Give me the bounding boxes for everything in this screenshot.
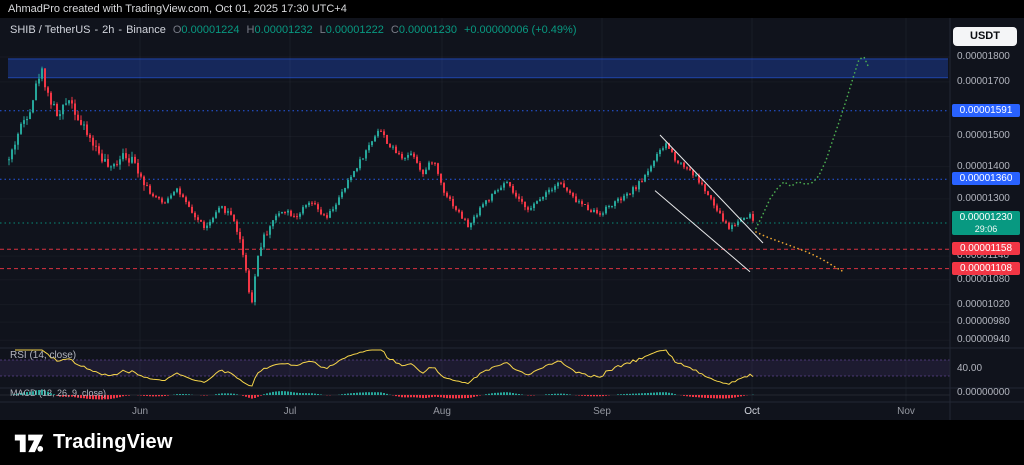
channel-trendline-1[interactable] [660, 135, 763, 243]
close-label: C [391, 24, 399, 36]
tradingview-logo[interactable]: TradingView [14, 430, 173, 456]
rsi-axis-label: 40.00 [957, 363, 982, 375]
price-axis-label: 0.00001020 [957, 299, 1010, 311]
change-value: +0.00000006 (+0.49%) [464, 24, 577, 36]
attribution-bar: AhmadPro created with TradingView.com, O… [0, 0, 1024, 18]
macd-axis-label: 0.00000000 [957, 387, 1010, 399]
time-axis-label-Sep: Sep [593, 406, 611, 417]
time-axis-label-Jul: Jul [284, 406, 297, 417]
rsi-indicator-label[interactable]: RSI (14, close) [10, 350, 76, 361]
open-value: 0.00001224 [181, 24, 239, 36]
legend-separator: - [118, 24, 122, 36]
channel-trendline-2[interactable] [655, 191, 750, 272]
price-axis-label: 0.00001800 [957, 51, 1010, 63]
high-value: 0.00001232 [255, 24, 313, 36]
interval-label: 2h [102, 24, 114, 36]
price-axis-label: 0.00000940 [957, 334, 1010, 346]
low-value: 0.00001222 [326, 24, 384, 36]
symbol-legend[interactable]: SHIB / TetherUS-2h-BinanceO0.00001224H0.… [10, 24, 577, 36]
price-axis[interactable]: 0.000018000.000017000.000015000.00001400… [950, 0, 1024, 420]
resistance-zone[interactable] [8, 59, 948, 78]
currency-toggle-button[interactable]: USDT [953, 27, 1017, 46]
rsi-band [0, 360, 950, 376]
price-axis-label: 0.00001700 [957, 76, 1010, 88]
time-axis[interactable]: Jun Jul Aug Sep Oct Nov [0, 402, 950, 420]
macd-histogram-positive [11, 390, 754, 396]
legend-separator: - [95, 24, 99, 36]
macd-histogram-negative [56, 395, 748, 400]
tradingview-wordmark: TradingView [53, 431, 173, 454]
chart-canvas[interactable] [0, 0, 1024, 420]
price-level-tag-0.00001360: 0.00001360 [952, 172, 1020, 185]
candles-up [8, 68, 751, 302]
tradingview-window: AhmadPro created with TradingView.com, O… [0, 0, 1024, 465]
last-price-tag: 0.0000123029:06 [952, 211, 1020, 235]
bottom-bar: TradingView [0, 420, 1024, 465]
bearish-projection[interactable] [756, 232, 842, 271]
macd-indicator-label[interactable]: MACD (12, 26, 9, close) [10, 388, 106, 398]
price-axis-label: 0.00001080 [957, 274, 1010, 286]
close-value: 0.00001230 [399, 24, 457, 36]
time-axis-label-Aug: Aug [433, 406, 451, 417]
price-axis-label: 0.00001500 [957, 130, 1010, 142]
exchange-label: Binance [126, 24, 166, 36]
price-level-tag-0.00001158: 0.00001158 [952, 242, 1020, 255]
price-level-tag-0.00001108: 0.00001108 [952, 262, 1020, 275]
tradingview-mark-icon [14, 430, 44, 456]
time-axis-label-Nov: Nov [897, 406, 915, 417]
high-label: H [247, 24, 255, 36]
bullish-projection[interactable] [756, 57, 869, 228]
price-axis-label: 0.00000980 [957, 316, 1010, 328]
attribution-text: AhmadPro created with TradingView.com, O… [8, 3, 347, 15]
time-axis-label-Oct: Oct [744, 406, 760, 417]
price-level-tag-0.00001591: 0.00001591 [952, 104, 1020, 117]
time-axis-label-Jun: Jun [132, 406, 148, 417]
symbol-title: SHIB / TetherUS [10, 24, 91, 36]
price-axis-label: 0.00001300 [957, 193, 1010, 205]
